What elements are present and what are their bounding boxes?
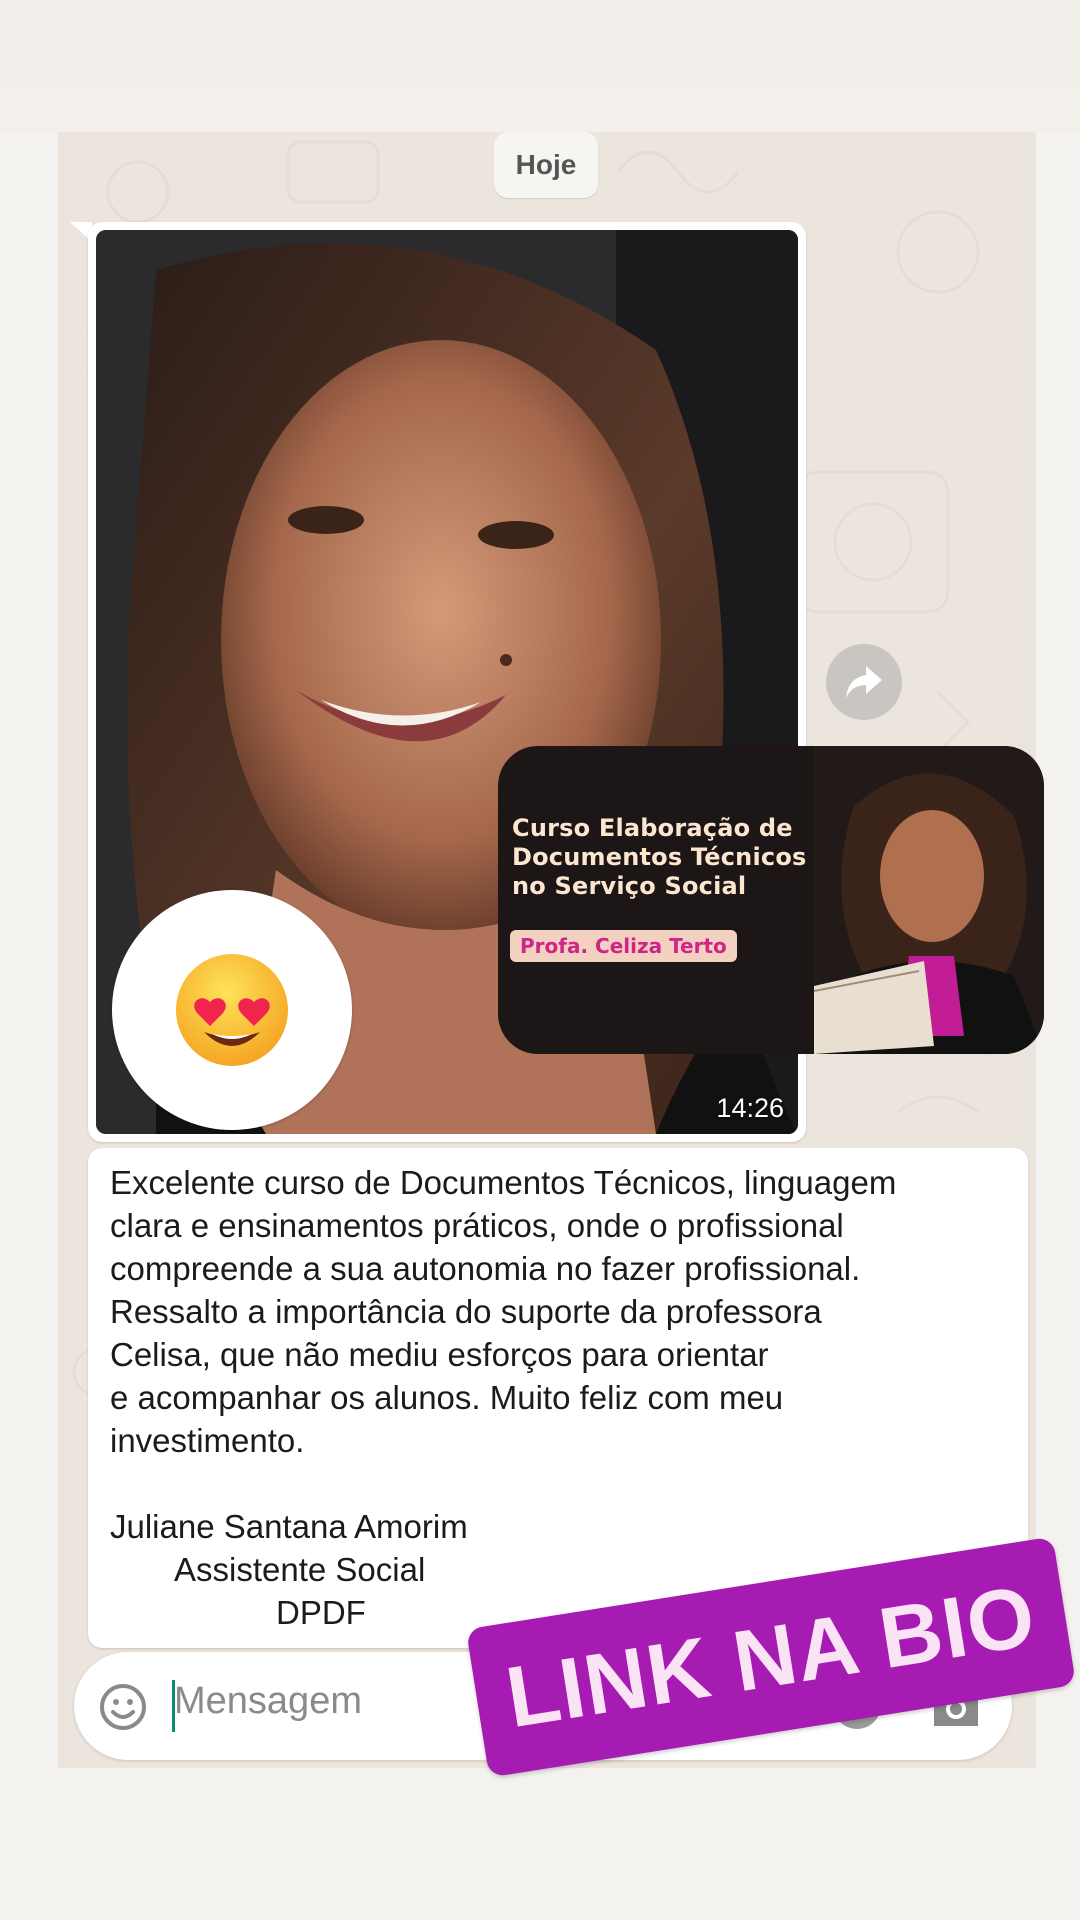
message-input[interactable]: Mensagem (174, 1680, 362, 1723)
course-promo-card[interactable]: Curso Elaboração de Documentos Técnicos … (498, 746, 1044, 1054)
reaction-bubble[interactable] (112, 890, 352, 1130)
message-line: Celisa, que não mediu esforços para orie… (110, 1336, 769, 1373)
date-label: Hoje (515, 149, 577, 180)
course-title-line: no Serviço Social (512, 872, 747, 900)
course-title: Curso Elaboração de Documentos Técnicos … (512, 814, 832, 901)
message-line: compreende a sua autonomia no fazer prof… (110, 1250, 861, 1287)
emoji-icon[interactable] (98, 1682, 148, 1732)
message-timestamp: 14:26 (716, 1093, 784, 1123)
message-line: e acompanhar os alunos. Muito feliz com … (110, 1379, 784, 1416)
date-separator: Hoje (494, 132, 598, 198)
instructor-tag: Profa. Celiza Terto (510, 930, 737, 962)
heart-eyes-emoji-icon (176, 954, 288, 1066)
forward-button[interactable] (826, 644, 902, 720)
signature-location: DPDF (276, 1594, 366, 1631)
signature-name: Juliane Santana Amorim (110, 1508, 468, 1545)
message-line: Ressalto a importância do suporte da pro… (110, 1293, 822, 1330)
message-line: investimento. (110, 1422, 305, 1459)
course-title-line: Curso Elaboração de (512, 814, 793, 842)
course-title-line: Documentos Técnicos (512, 843, 807, 871)
status-area (0, 0, 1080, 132)
message-line: clara e ensinamentos práticos, onde o pr… (110, 1207, 844, 1244)
forward-icon (846, 666, 882, 698)
instructor-photo (814, 746, 1044, 1054)
message-line: Excelente curso de Documentos Técnicos, … (110, 1164, 897, 1201)
signature-role: Assistente Social (174, 1551, 426, 1588)
